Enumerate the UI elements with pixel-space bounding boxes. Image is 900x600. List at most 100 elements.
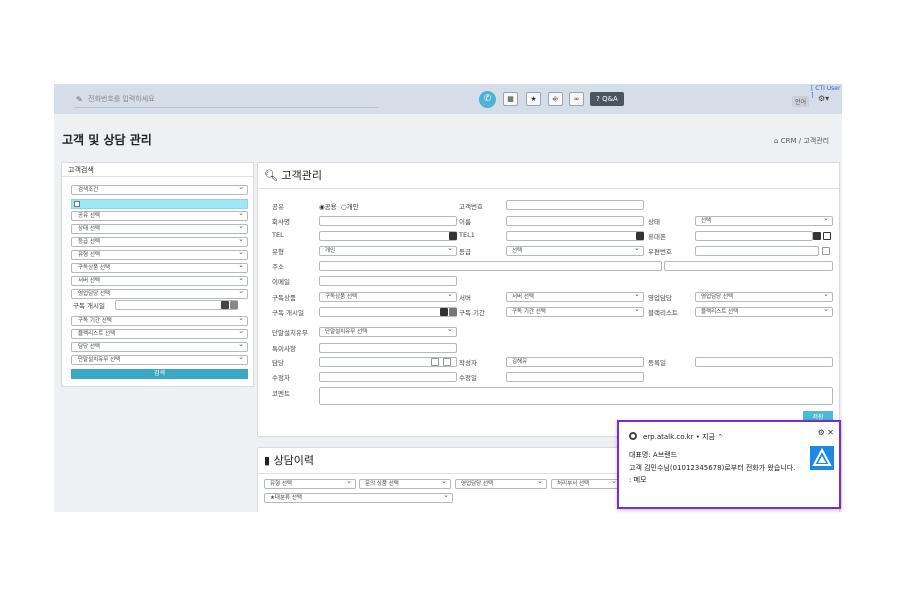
manager-clear-icon[interactable] <box>443 358 451 366</box>
grade-select[interactable]: 등급 선택 <box>71 235 248 247</box>
qa-button[interactable]: ? Q&A <box>590 92 624 106</box>
search-row-highlight[interactable] <box>71 199 248 209</box>
status-select[interactable]: 선택 <box>695 214 833 226</box>
customer-no-input[interactable] <box>506 200 644 210</box>
device-select[interactable]: 단말설치유무 선택 <box>71 353 248 365</box>
product-select[interactable]: 구독상품 선택 <box>319 290 457 302</box>
writer-input[interactable]: 김해유 <box>506 357 644 367</box>
mobile-input[interactable] <box>695 231 813 241</box>
tel-input[interactable] <box>319 231 457 241</box>
call-button[interactable]: ✆ <box>479 91 496 108</box>
start-calendar-icon[interactable] <box>449 308 457 316</box>
email-input[interactable] <box>319 276 457 286</box>
name-label: 이름 <box>459 218 471 226</box>
mobile-label: 휴대폰 <box>648 233 666 241</box>
search-icon: 🔍︎ <box>264 169 278 182</box>
period-select[interactable]: 구독 기간 선택 <box>506 305 644 317</box>
company-input[interactable] <box>319 216 457 226</box>
mobile-phone-icon[interactable] <box>813 232 821 240</box>
blacklist-select[interactable]: 블랙리스트 선택 <box>71 327 248 339</box>
sales-select[interactable]: 영업담당 선택 <box>71 287 248 299</box>
product-select[interactable]: 구독상품 선택 <box>71 261 248 273</box>
history-title: 상담이력 <box>273 454 315 467</box>
breadcrumb-separator: / <box>798 137 802 145</box>
transfer-icon: ⎆ <box>552 95 559 103</box>
calendar-icon[interactable] <box>230 301 238 309</box>
notification-line1: 대표명: A브랜드 <box>629 451 678 459</box>
zip-input[interactable] <box>695 246 819 256</box>
transfer-button[interactable]: ⎆ <box>548 92 563 106</box>
comment-textarea[interactable] <box>319 387 833 405</box>
link-button[interactable]: ∞ <box>569 92 584 106</box>
history-category-select[interactable]: ★대분류 선택 <box>264 491 453 503</box>
special-label: 특이사항 <box>272 345 296 353</box>
customer-no-label: 고객번호 <box>459 203 483 211</box>
gear-icon: ⚙▾ <box>818 94 830 103</box>
history-sales-select[interactable]: 영업담당 선택 <box>455 477 547 489</box>
blacklist-label: 블랙리스트 <box>648 309 678 317</box>
tel1-phone-icon[interactable] <box>636 232 644 240</box>
search-condition-select[interactable]: 검색조건 <box>71 183 248 195</box>
subscribe-start-label: 구독 개시일 <box>73 302 105 310</box>
favorite-button[interactable]: ★ <box>526 92 541 106</box>
grid-button[interactable]: ▦ <box>503 92 518 106</box>
close-icon[interactable]: ✕ <box>827 428 834 437</box>
modifier-label: 수정자 <box>272 374 290 382</box>
search-button[interactable]: 검색 <box>71 369 248 379</box>
blacklist-select[interactable]: 블랙리스트 선택 <box>695 305 833 317</box>
special-input[interactable] <box>319 343 457 353</box>
gear-icon[interactable]: ⚙ <box>818 428 825 437</box>
phone-input[interactable]: ✎ 전화번호를 입력하세요 <box>74 91 378 108</box>
regdate-input[interactable] <box>695 357 833 367</box>
history-dept-select[interactable]: 처리부서 선택 <box>551 477 621 489</box>
company-label: 회사명 <box>272 218 290 226</box>
share-radio-private[interactable]: ○개인 <box>341 201 359 211</box>
checkbox[interactable] <box>74 201 80 207</box>
mail-icon[interactable] <box>823 232 831 240</box>
share-select[interactable]: 공유 선택 <box>71 209 248 221</box>
server-select[interactable]: 서버 선택 <box>71 274 248 286</box>
browser-notification[interactable]: erp.atalk.co.kr • 지금 ⌃ ⚙ ✕ 대표명: A브랜드 고객 … <box>617 420 841 509</box>
tel1-input[interactable] <box>506 231 644 241</box>
manager-search-icon[interactable] <box>431 358 439 366</box>
subscribe-start-input[interactable] <box>115 300 238 310</box>
address-detail-input[interactable] <box>664 261 833 271</box>
clear-icon[interactable] <box>221 301 229 309</box>
settings-button[interactable]: ⚙▾ <box>818 94 829 103</box>
qa-label: Q&A <box>602 95 618 103</box>
start-input[interactable] <box>319 307 457 317</box>
notification-line2: 고객 김민수님(01012345678)로부터 전화가 왔습니다. <box>629 464 796 472</box>
modifier-input[interactable] <box>319 372 457 382</box>
share-opt1-label: 공용 <box>324 203 337 211</box>
language-button[interactable]: 언어 <box>792 96 810 107</box>
address-label: 주소 <box>272 263 284 271</box>
customer-panel-title: 🔍︎ 고객관리 <box>258 163 839 189</box>
period-label: 구독 기간 <box>459 309 485 317</box>
name-input[interactable] <box>506 216 644 226</box>
manager-select[interactable]: 담당 선택 <box>71 340 248 352</box>
grade-select[interactable]: 선택 <box>506 244 644 256</box>
chrome-icon <box>629 432 637 440</box>
address-input[interactable] <box>319 261 662 271</box>
type-select[interactable]: 개인 <box>319 244 457 256</box>
start-label: 구독 개시일 <box>272 309 304 317</box>
server-select[interactable]: 서버 선택 <box>506 290 644 302</box>
status-select[interactable]: 상태 선택 <box>71 222 248 234</box>
moddate-input[interactable] <box>506 372 644 382</box>
type-select[interactable]: 유형 선택 <box>71 248 248 260</box>
grid-icon: ▦ <box>507 95 514 103</box>
sales-select[interactable]: 영업담당 선택 <box>695 290 833 302</box>
top-bar: ✎ 전화번호를 입력하세요 ✆ ▦ ★ ⎆ ∞ ? Q&A [ CTI User… <box>54 84 842 114</box>
tel-label: TEL <box>272 231 284 239</box>
history-product-select[interactable]: 문의 상품 선택 <box>359 477 451 489</box>
start-clear-icon[interactable] <box>440 308 448 316</box>
share-radio-public[interactable]: ◉공용 <box>319 201 337 211</box>
period-select[interactable]: 구독 기간 선택 <box>71 314 248 326</box>
tel-phone-icon[interactable] <box>449 232 457 240</box>
breadcrumb-crm[interactable]: CRM <box>781 137 797 145</box>
phone-placeholder: 전화번호를 입력하세요 <box>88 95 155 103</box>
tel1-label: TEL1 <box>459 231 475 239</box>
device-select[interactable]: 단말설치유무 선택 <box>319 325 457 337</box>
history-type-select[interactable]: 유형 선택 <box>264 477 356 489</box>
zip-search-icon[interactable] <box>822 247 830 255</box>
